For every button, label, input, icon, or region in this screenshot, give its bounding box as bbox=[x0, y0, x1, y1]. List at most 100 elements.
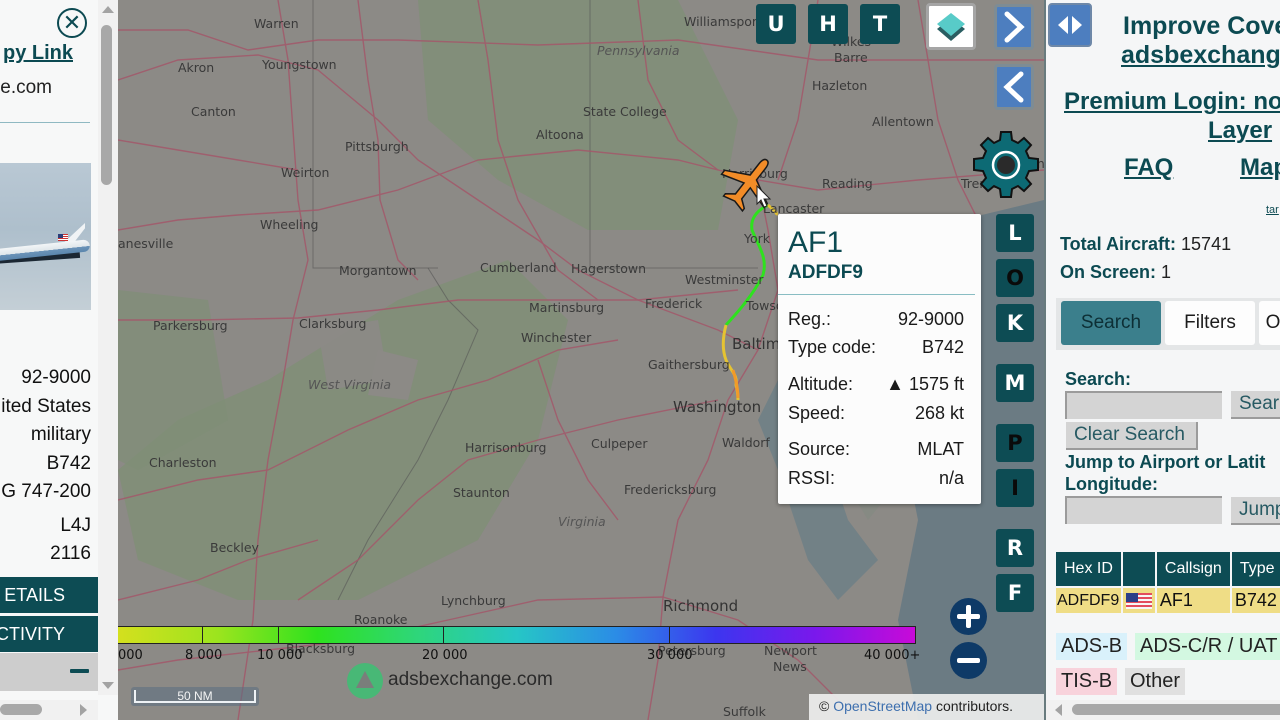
toggle-button-i[interactable]: I bbox=[996, 469, 1034, 507]
search-button[interactable]: Sear bbox=[1231, 391, 1280, 419]
toggle-button-k[interactable]: K bbox=[996, 304, 1034, 342]
previous-button[interactable] bbox=[994, 64, 1034, 110]
column-flag[interactable] bbox=[1122, 552, 1155, 586]
openstreetmap-link[interactable]: OpenStreetMap bbox=[833, 698, 932, 714]
scroll-right-icon[interactable] bbox=[80, 704, 87, 716]
on-screen-label: On Screen: bbox=[1060, 262, 1157, 282]
divider bbox=[0, 122, 90, 123]
aircraft-photo[interactable] bbox=[0, 163, 91, 310]
column-type[interactable]: Type bbox=[1231, 552, 1280, 586]
detail-type-desc: L4J bbox=[60, 514, 91, 536]
city-label: York bbox=[744, 231, 771, 246]
source-badge-ads-c-r-uat[interactable]: ADS-C/R / UAT bbox=[1135, 633, 1280, 660]
sidebar-toggle-button[interactable] bbox=[1048, 3, 1092, 47]
jump-button[interactable]: Jump bbox=[1231, 497, 1280, 525]
city-label: anesville bbox=[118, 236, 174, 251]
attribution-suffix: contributors. bbox=[935, 698, 1013, 714]
share-domain-text: e.com bbox=[0, 77, 52, 98]
city-label: Staunton bbox=[453, 485, 510, 500]
tab-other[interactable]: O bbox=[1259, 301, 1280, 345]
scroll-up-icon[interactable] bbox=[102, 6, 114, 13]
close-icon[interactable]: ✕ bbox=[57, 8, 87, 38]
detail-type-name: G 747-200 bbox=[1, 481, 91, 502]
zoom-out-button[interactable] bbox=[950, 642, 987, 679]
horizontal-scrollbar[interactable] bbox=[1046, 700, 1280, 720]
tab-search[interactable]: Search bbox=[1061, 301, 1161, 345]
next-button[interactable] bbox=[994, 4, 1034, 50]
city-label: Williamsport bbox=[684, 14, 762, 29]
city-label: Lynchburg bbox=[441, 593, 506, 608]
toggle-button-u[interactable]: U bbox=[756, 4, 796, 44]
cell-type: B742 bbox=[1231, 588, 1280, 613]
aircraft-popup[interactable]: AF1 ADFDF9 Reg.: 92-9000 Type code: B742 A… bbox=[778, 214, 981, 504]
detail-type-code: B742 bbox=[46, 452, 91, 474]
details-tab[interactable]: ETAILS bbox=[0, 577, 98, 613]
activity-tab-label: CTIVITY bbox=[0, 624, 65, 644]
vertical-scrollbar[interactable] bbox=[98, 0, 118, 695]
on-screen-value: 1 bbox=[1161, 262, 1172, 282]
premium-layer-link[interactable]: Layer bbox=[1208, 117, 1272, 145]
jump-input[interactable] bbox=[1065, 496, 1222, 524]
map-attribution: © OpenStreetMap contributors. bbox=[809, 694, 1044, 720]
legend-label: 30 000 bbox=[647, 648, 693, 663]
tab-filters[interactable]: Filters bbox=[1165, 301, 1255, 345]
sidebar-tabs: Search Filters O bbox=[1056, 298, 1280, 350]
toggle-button-f[interactable]: F bbox=[996, 574, 1034, 612]
city-label: Charleston bbox=[149, 455, 217, 470]
legend-tick bbox=[669, 627, 670, 644]
jump-label-longitude: Longitude: bbox=[1065, 474, 1158, 494]
toggle-button-r[interactable]: R bbox=[996, 529, 1034, 567]
column-hex-id[interactable]: Hex ID bbox=[1056, 552, 1121, 586]
column-callsign[interactable]: Callsign bbox=[1156, 552, 1230, 586]
zoom-in-button[interactable] bbox=[950, 598, 987, 635]
state-label: Pennsylvania bbox=[597, 43, 680, 58]
aircraft-details: 92-9000 ited States military B742 G 747-… bbox=[1, 364, 91, 569]
toggle-button-m[interactable]: M bbox=[996, 364, 1034, 402]
popup-divider bbox=[778, 294, 975, 295]
toggle-button-h[interactable]: H bbox=[808, 4, 848, 44]
layers-button[interactable] bbox=[926, 3, 976, 50]
copy-link[interactable]: py Link bbox=[3, 42, 73, 65]
activity-tab[interactable]: CTIVITY bbox=[0, 616, 98, 652]
city-label: Youngstown bbox=[262, 57, 337, 72]
minus-icon[interactable] bbox=[70, 669, 89, 673]
faq-link[interactable]: FAQ bbox=[1124, 154, 1173, 182]
scroll-thumb[interactable] bbox=[101, 25, 112, 185]
city-label: News bbox=[773, 659, 807, 674]
scroll-thumb[interactable] bbox=[0, 704, 42, 715]
row-value: ▲ 1575 ft bbox=[886, 374, 964, 394]
copyright-symbol: © bbox=[819, 698, 830, 714]
clear-search-button[interactable]: Clear Search bbox=[1066, 422, 1198, 450]
city-label: Frederick bbox=[645, 296, 703, 311]
row-key: Type code: bbox=[788, 337, 877, 357]
minus-icon bbox=[957, 658, 980, 663]
popup-callsign: AF1 bbox=[788, 226, 844, 259]
photo-flag-icon bbox=[58, 234, 68, 241]
search-input[interactable] bbox=[1065, 391, 1222, 419]
source-badge-ads-b[interactable]: ADS-B bbox=[1056, 633, 1128, 660]
map-link[interactable]: Map bbox=[1240, 154, 1280, 182]
toggle-button-t[interactable]: T bbox=[860, 4, 900, 44]
horizontal-scrollbar[interactable] bbox=[0, 700, 98, 720]
map-canvas[interactable]: Warren Williamsport Akron Youngstown Pennsyl… bbox=[118, 0, 1044, 720]
toggle-button-o[interactable]: O bbox=[996, 259, 1034, 297]
chevron-left-icon bbox=[1003, 71, 1024, 103]
row-value: 268 kt bbox=[914, 403, 964, 423]
premium-login-link[interactable]: Premium Login: no bbox=[1064, 88, 1280, 116]
city-label: Newport bbox=[764, 643, 817, 658]
source-badge-tis-b[interactable]: TIS-B bbox=[1056, 668, 1118, 695]
scroll-down-icon[interactable] bbox=[102, 682, 114, 689]
small-link[interactable]: tar bbox=[1266, 204, 1279, 216]
legend-label: 40 000+ bbox=[864, 648, 921, 663]
scroll-left-icon[interactable] bbox=[1055, 704, 1062, 716]
adsbexchange-link[interactable]: adsbexchang bbox=[1121, 41, 1280, 70]
toggle-button-p[interactable]: P bbox=[996, 424, 1034, 462]
scroll-thumb[interactable] bbox=[1072, 704, 1280, 715]
table-row[interactable]: ADFDF9 AF1 B742 bbox=[1056, 588, 1280, 613]
collapse-bar[interactable] bbox=[0, 653, 98, 691]
cell-callsign: AF1 bbox=[1156, 588, 1230, 613]
on-screen-stat: On Screen: 1 bbox=[1060, 262, 1171, 283]
gear-icon[interactable] bbox=[971, 130, 1041, 200]
source-badge-other[interactable]: Other bbox=[1125, 668, 1186, 695]
toggle-button-l[interactable]: L bbox=[996, 214, 1034, 252]
